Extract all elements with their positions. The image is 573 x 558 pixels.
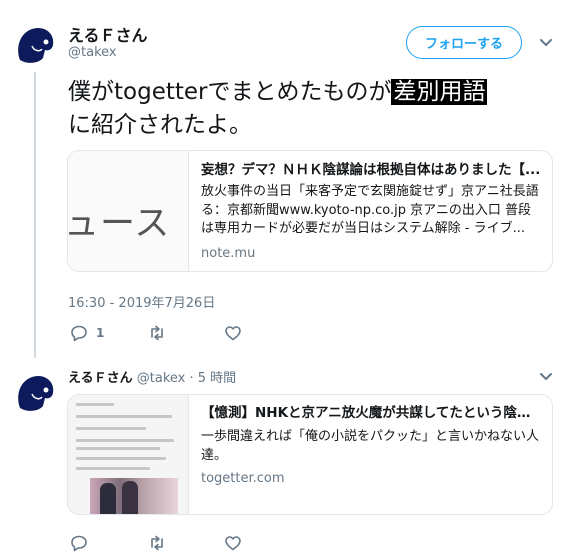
reply-icon [71,325,87,342]
reply-button[interactable] [70,534,88,552]
avatar[interactable] [12,368,58,414]
card-body: 【憶測】NHKと京アニ放火魔が共謀してたという陰謀... 一歩間違えれば「俺の小… [201,404,542,486]
tweet-text-part: 僕がtogetterでまとめたものが [68,79,392,105]
retweet-button[interactable] [148,324,166,342]
reply-author-handle[interactable]: @takex [137,371,186,386]
link-card[interactable]: 【憶測】NHKと京アニ放火魔が共謀してたという陰謀... 一歩間違えれば「俺の小… [67,394,553,515]
card-title: 妄想？デマ？ＮＨＫ陰謀論は根拠自体はありました【... [201,162,541,178]
chevron-down-icon[interactable] [539,38,553,48]
thumbnail-text: ュース [68,204,171,244]
reply-button[interactable]: 1 [70,324,104,342]
tweet-timestamp[interactable]: 16:30 - 2019年7月26日 [68,292,215,311]
card-description: 一歩間違えれば「俺の小説をパクッた」と言いかねない人達。 [201,429,540,463]
tweet-text-part: に紹介されたよ。 [68,112,252,138]
card-body: 妄想？デマ？ＮＨＫ陰謀論は根拠自体はありました【... 放火事件の当日「来客予定… [201,161,542,261]
author-handle[interactable]: @takex [68,45,117,60]
reply-header: えるＦさん @takex · 5 時間 [68,367,236,386]
follow-button[interactable]: フォローする [406,26,522,59]
link-card[interactable]: ュース 妄想？デマ？ＮＨＫ陰謀論は根拠自体はありました【... 放火事件の当日「… [67,150,553,272]
chevron-down-icon[interactable] [539,372,553,382]
card-description: 放火事件の当日「来客予定で玄関施錠せず」京アニ社長語る：京都新聞www.kyot… [201,184,539,236]
avatar[interactable] [12,20,58,66]
card-thumbnail [68,395,189,514]
reply-count: 1 [96,326,105,340]
like-button[interactable] [224,324,242,342]
heart-icon [225,536,241,551]
reply-time[interactable]: 5 時間 [198,371,236,386]
separator-dot: · [189,371,194,386]
card-domain: note.mu [201,246,256,261]
avatar-image [12,368,58,414]
like-button[interactable] [224,534,242,552]
heart-icon [225,326,241,341]
avatar-image [12,20,58,66]
author-name[interactable]: えるＦさん [68,22,148,46]
card-thumbnail: ュース [68,151,189,271]
highlighted-text: 差別用語 [391,79,488,105]
reply-icon [71,535,87,552]
retweet-button[interactable] [148,534,166,552]
retweet-icon [151,325,163,341]
card-title: 【憶測】NHKと京アニ放火魔が共謀してたという陰謀... [201,405,542,421]
reply-author-name[interactable]: えるＦさん [68,371,133,386]
retweet-icon [151,535,163,551]
thread-connector-line [34,72,36,358]
card-domain: togetter.com [201,471,285,486]
tweet-text: 僕がtogetterでまとめたものが差別用語に紹介されたよ。 [68,76,538,142]
